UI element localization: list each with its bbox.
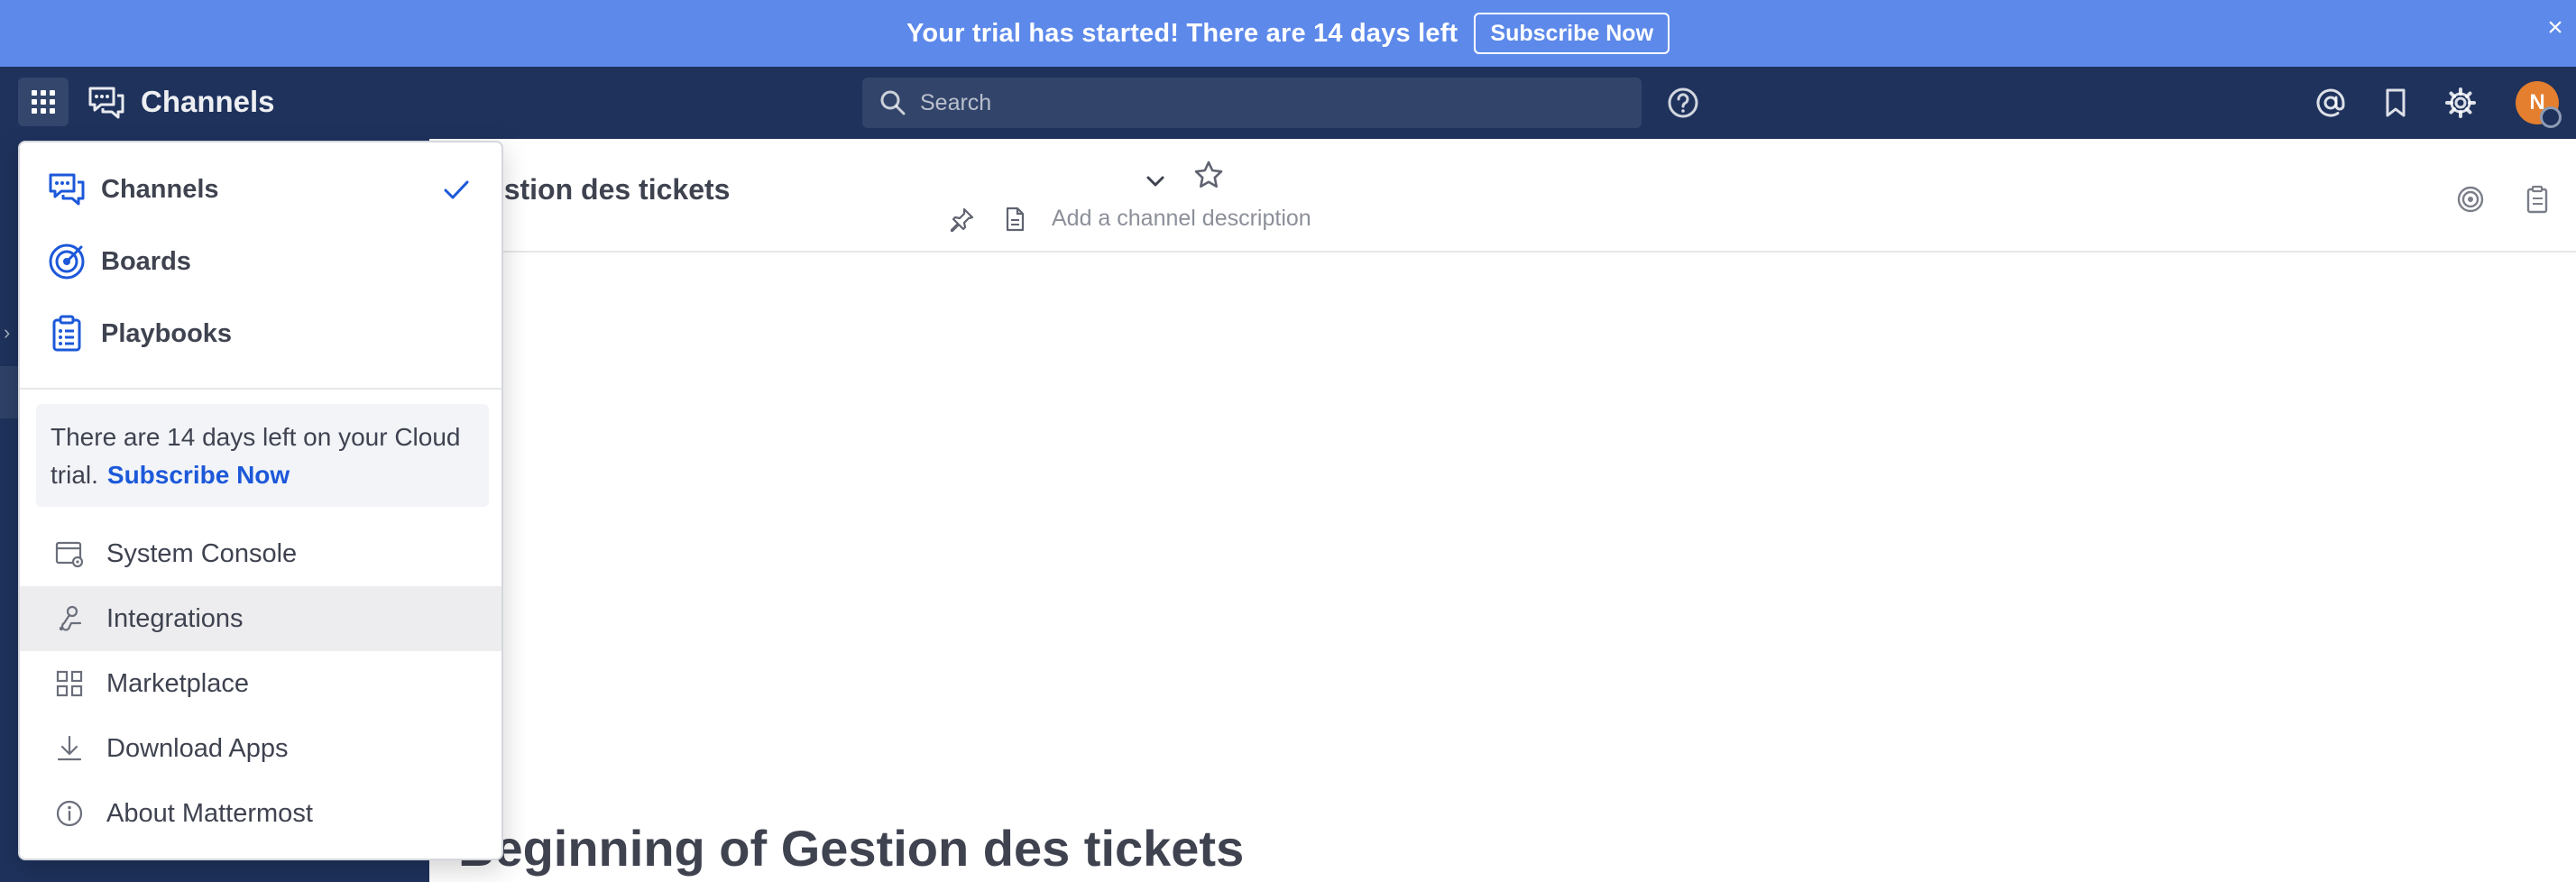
menu-item-marketplace[interactable]: Marketplace bbox=[20, 651, 501, 716]
product-item-channels[interactable]: Channels bbox=[20, 153, 501, 225]
channel-header: Gestion des tickets Add a channel descri… bbox=[429, 139, 2576, 253]
pin-icon[interactable] bbox=[949, 206, 976, 233]
search-placeholder: Search bbox=[920, 89, 992, 115]
menu-item-label: About Mattermost bbox=[106, 798, 313, 828]
product-switcher-menu: Channels Boards Playbooks There are 14 d… bbox=[18, 141, 503, 860]
checkmark-icon bbox=[444, 180, 469, 199]
product-name: Channels bbox=[141, 85, 275, 118]
menu-divider bbox=[20, 388, 501, 390]
info-icon bbox=[56, 800, 83, 827]
product-item-playbooks[interactable]: Playbooks bbox=[20, 298, 501, 370]
gear-icon[interactable] bbox=[2444, 87, 2477, 119]
bookmark-icon[interactable] bbox=[2379, 87, 2412, 119]
sidebar-expand-icon[interactable]: › bbox=[4, 321, 10, 345]
integrations-icon bbox=[59, 605, 82, 631]
system-console-icon bbox=[55, 541, 84, 568]
favorite-star-icon[interactable] bbox=[1192, 159, 1225, 191]
chevron-down-icon[interactable] bbox=[1144, 170, 1167, 193]
document-icon[interactable] bbox=[1001, 206, 1028, 233]
channels-icon bbox=[88, 87, 124, 119]
channel-description-placeholder[interactable]: Add a channel description bbox=[1052, 206, 1311, 232]
menu-item-label: Integrations bbox=[106, 603, 244, 633]
search-input[interactable]: Search bbox=[862, 78, 1642, 128]
product-label: Channels bbox=[101, 174, 219, 204]
product-label: Playbooks bbox=[101, 318, 233, 348]
app-window: Your trial has started! There are 14 day… bbox=[0, 0, 2576, 882]
menu-item-label: Download Apps bbox=[106, 733, 289, 763]
product-label: Boards bbox=[101, 246, 191, 276]
boards-icon bbox=[49, 243, 85, 280]
help-icon[interactable] bbox=[1665, 85, 1701, 121]
status-indicator bbox=[2540, 106, 2562, 128]
trial-notice: There are 14 days left on your Cloud tri… bbox=[36, 404, 489, 507]
menu-item-about[interactable]: About Mattermost bbox=[20, 781, 501, 846]
menu-item-label: System Console bbox=[106, 538, 298, 568]
clipboard-icon[interactable] bbox=[2522, 184, 2553, 215]
menu-item-label: Marketplace bbox=[106, 668, 249, 698]
channel-intro-title: Beginning of Gestion des tickets bbox=[458, 820, 1245, 877]
global-header: Channels Search N bbox=[0, 67, 2576, 139]
product-item-boards[interactable]: Boards bbox=[20, 225, 501, 298]
channel-title: Gestion des tickets bbox=[465, 173, 731, 206]
trial-subscribe-link[interactable]: Subscribe Now bbox=[107, 461, 290, 489]
product-switcher-button[interactable] bbox=[18, 78, 69, 126]
trial-announcement-banner: Your trial has started! There are 14 day… bbox=[0, 0, 2576, 67]
menu-item-system-console[interactable]: System Console bbox=[20, 521, 501, 586]
download-icon bbox=[57, 735, 82, 761]
playbooks-icon bbox=[52, 315, 81, 352]
banner-message: Your trial has started! There are 14 day… bbox=[906, 18, 1458, 48]
grid-icon bbox=[32, 90, 55, 114]
search-icon bbox=[880, 90, 906, 115]
menu-item-integrations[interactable]: Integrations bbox=[20, 586, 501, 651]
channel-title-button[interactable]: Gestion des tickets bbox=[465, 155, 1178, 206]
marketplace-icon bbox=[56, 670, 83, 697]
boards-target-icon[interactable] bbox=[2455, 184, 2486, 215]
channels-icon bbox=[49, 173, 85, 206]
at-mention-icon[interactable] bbox=[2314, 87, 2347, 119]
banner-close-icon[interactable]: × bbox=[2540, 13, 2571, 43]
banner-subscribe-button[interactable]: Subscribe Now bbox=[1474, 13, 1670, 54]
menu-item-download-apps[interactable]: Download Apps bbox=[20, 716, 501, 781]
